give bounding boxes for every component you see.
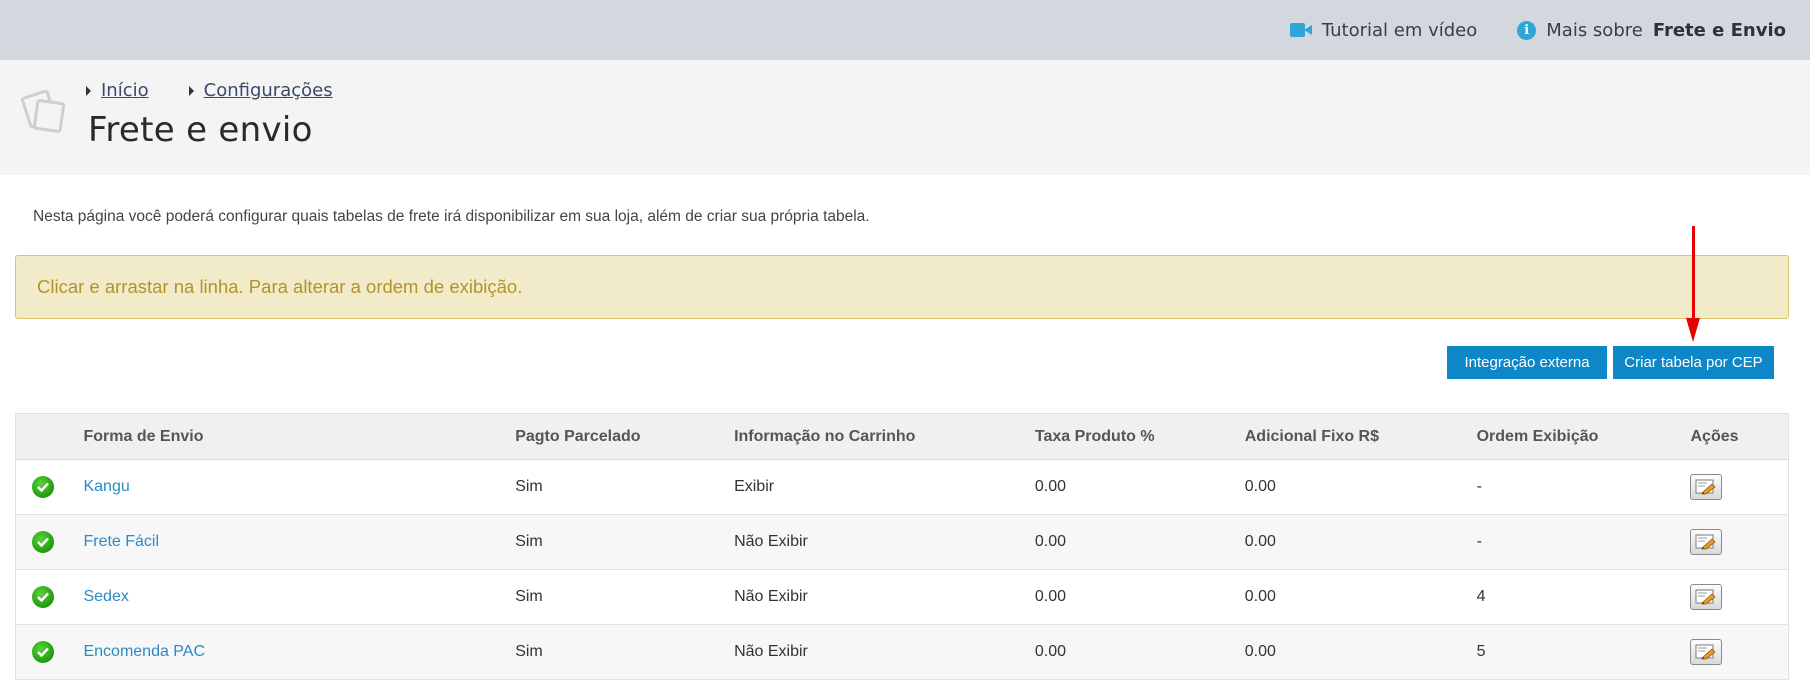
edit-button[interactable] xyxy=(1690,474,1723,500)
cell-info: Não Exibir xyxy=(734,569,1035,625)
tutorial-video-link[interactable]: Tutorial em vídeo xyxy=(1289,19,1478,41)
cell-info: Exibir xyxy=(734,459,1035,515)
annotation-arrow-head xyxy=(1686,318,1700,342)
shipping-methods-table: Forma de Envio Pagto Parcelado Informaçã… xyxy=(15,413,1789,680)
breadcrumb-link-inicio[interactable]: Início xyxy=(101,80,149,101)
alert-text: Clicar e arrastar na linha. Para alterar… xyxy=(37,276,523,297)
external-integration-button[interactable]: Integração externa xyxy=(1447,346,1607,379)
col-header-adicional: Adicional Fixo R$ xyxy=(1244,413,1477,460)
col-header-acoes: Ações xyxy=(1690,413,1789,460)
col-header-parcelado: Pagto Parcelado xyxy=(515,413,735,460)
cell-adicional: 0.00 xyxy=(1244,514,1477,570)
cell-taxa: 0.00 xyxy=(1034,514,1245,570)
col-header-taxa: Taxa Produto % xyxy=(1034,413,1245,460)
breadcrumb-link-configuracoes[interactable]: Configurações xyxy=(204,80,333,101)
table-row[interactable]: Sedex Sim Não Exibir 0.00 0.00 4 xyxy=(15,569,1789,625)
breadcrumb: Início Configurações xyxy=(86,80,333,101)
top-bar: Tutorial em vídeo i Mais sobre Frete e E… xyxy=(0,0,1810,60)
caret-right-icon xyxy=(86,85,91,96)
breadcrumb-item-configuracoes: Configurações xyxy=(188,80,333,101)
cell-taxa: 0.00 xyxy=(1034,459,1245,515)
cell-ordem: 4 xyxy=(1476,569,1691,625)
top-links: Tutorial em vídeo i Mais sobre Frete e E… xyxy=(1289,0,1786,60)
more-about-prefix: Mais sobre xyxy=(1546,19,1643,41)
col-header-ordem: Ordem Exibição xyxy=(1476,413,1691,460)
edit-icon xyxy=(1695,479,1717,495)
col-header-info: Informação no Carrinho xyxy=(734,413,1035,460)
more-about-subject: Frete e Envio xyxy=(1652,19,1786,41)
table-header-row: Forma de Envio Pagto Parcelado Informaçã… xyxy=(15,413,1789,460)
cell-adicional: 0.00 xyxy=(1244,624,1477,680)
cell-ordem: - xyxy=(1476,514,1691,570)
create-cep-table-button[interactable]: Criar tabela por CEP xyxy=(1613,346,1774,379)
page-logo-icon xyxy=(21,89,66,133)
cell-parcelado: Sim xyxy=(515,514,735,570)
cell-ordem: 5 xyxy=(1476,624,1691,680)
check-circle-icon xyxy=(32,531,54,553)
cell-taxa: 0.00 xyxy=(1034,624,1245,680)
check-circle-icon xyxy=(32,586,54,608)
more-about-link[interactable]: i Mais sobre Frete e Envio xyxy=(1517,20,1786,41)
info-icon: i xyxy=(1517,20,1537,40)
annotation-arrow-line xyxy=(1692,226,1695,322)
edit-icon xyxy=(1695,644,1717,660)
cell-parcelado: Sim xyxy=(515,624,735,680)
table-row[interactable]: Frete Fácil Sim Não Exibir 0.00 0.00 - xyxy=(15,514,1789,570)
caret-right-icon xyxy=(188,85,194,96)
page-intro: Nesta página você poderá configurar quai… xyxy=(33,208,870,225)
page-title: Frete e envio xyxy=(88,110,313,150)
edit-icon xyxy=(1695,534,1717,550)
cell-info: Não Exibir xyxy=(734,624,1035,680)
cell-ordem: - xyxy=(1476,459,1691,515)
cell-taxa: 0.00 xyxy=(1034,569,1245,625)
check-circle-icon xyxy=(32,641,54,663)
col-header-forma: Forma de Envio xyxy=(83,413,516,460)
drag-hint-alert: Clicar e arrastar na linha. Para alterar… xyxy=(15,255,1789,319)
table-row[interactable]: Kangu Sim Exibir 0.00 0.00 - xyxy=(15,459,1789,515)
edit-button[interactable] xyxy=(1690,529,1723,555)
video-camera-icon xyxy=(1289,23,1312,37)
cell-info: Não Exibir xyxy=(734,514,1035,570)
edit-button[interactable] xyxy=(1690,639,1723,665)
breadcrumb-item-inicio: Início xyxy=(86,80,149,101)
page-header: Início Configurações Frete e envio xyxy=(0,60,1810,175)
shipping-method-link[interactable]: Encomenda PAC xyxy=(83,643,205,660)
shipping-method-link[interactable]: Sedex xyxy=(83,588,128,605)
check-circle-icon xyxy=(32,476,54,498)
shipping-method-link[interactable]: Kangu xyxy=(83,478,129,495)
col-header-status xyxy=(15,413,84,460)
edit-icon xyxy=(1695,589,1717,605)
shipping-method-link[interactable]: Frete Fácil xyxy=(83,533,159,550)
edit-button[interactable] xyxy=(1690,584,1723,610)
table-row[interactable]: Encomenda PAC Sim Não Exibir 0.00 0.00 5 xyxy=(15,624,1789,680)
cell-parcelado: Sim xyxy=(515,459,735,515)
cell-adicional: 0.00 xyxy=(1244,459,1477,515)
cell-adicional: 0.00 xyxy=(1244,569,1477,625)
cell-parcelado: Sim xyxy=(515,569,735,625)
tutorial-video-label: Tutorial em vídeo xyxy=(1321,19,1478,41)
